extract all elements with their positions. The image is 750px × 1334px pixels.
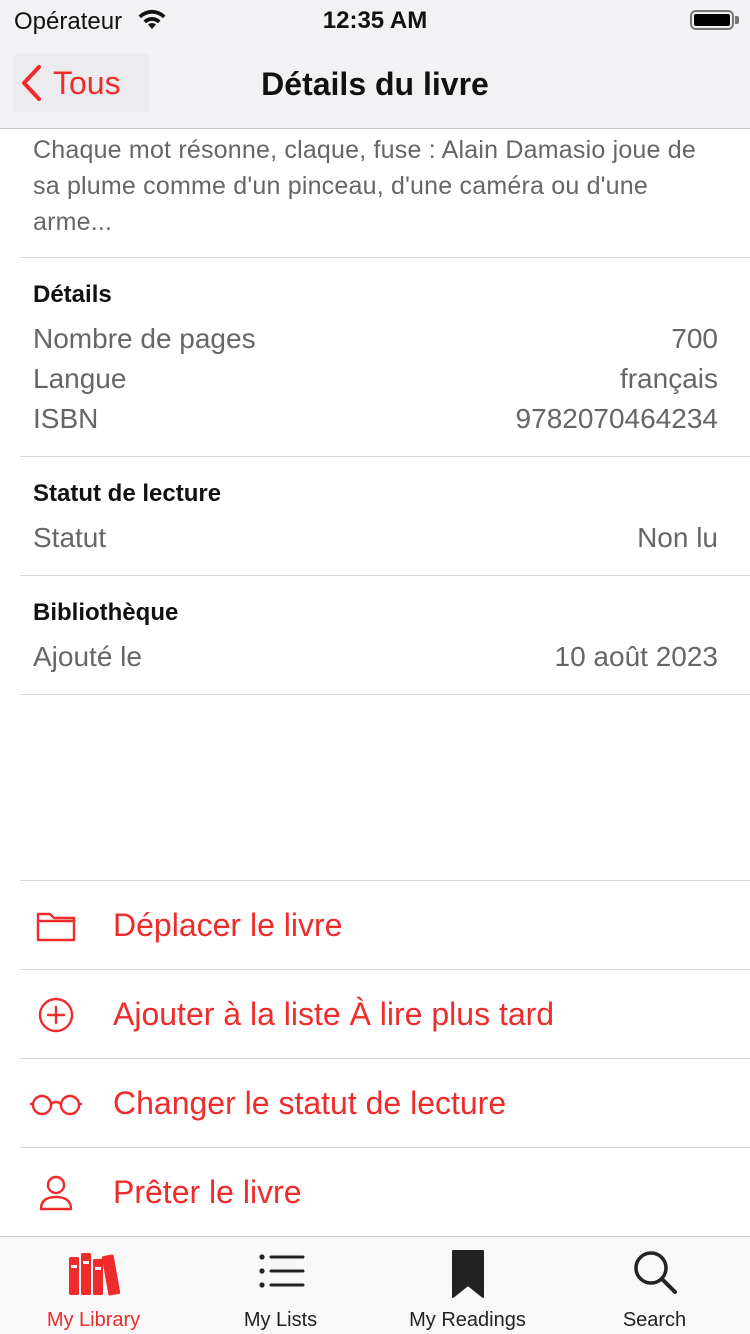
page-title: Détails du livre [261,66,489,102]
divider [20,575,750,576]
action-label: Prêter le livre [113,1174,302,1210]
library-section-title: Bibliothèque [33,599,179,626]
battery-icon [690,10,734,30]
detail-row-isbn: ISBN 9782070464234 [33,399,718,439]
status-value: Non lu [637,522,718,553]
reading-status-section-title: Statut de lecture [33,480,222,507]
library-added-row: Ajouté le 10 août 2023 [33,637,718,677]
person-icon [20,1175,92,1211]
divider [20,257,750,258]
status-bar: Opérateur 12:35 AM [0,0,750,40]
glasses-icon [20,1092,92,1116]
status-time: 12:35 AM [322,7,428,34]
added-label: Ajouté le [33,641,142,672]
tab-label: My Library [46,1309,141,1331]
list-icon [187,1249,374,1293]
book-description: Chaque mot résonne, claque, fuse : Alain… [33,136,696,236]
detail-value: français [619,363,718,394]
detail-label: Langue [33,363,127,394]
detail-label: Nombre de pages [33,323,256,354]
tab-search[interactable]: Search [561,1237,748,1334]
move-book-button[interactable]: Déplacer le livre [20,881,750,970]
action-label: Déplacer le livre [113,907,343,943]
navigation-bar: Tous Détails du livre [0,40,750,129]
search-icon [561,1249,748,1295]
action-label: Ajouter à la liste À lire plus tard [113,996,555,1032]
lend-book-button[interactable]: Prêter le livre [20,1148,750,1237]
detail-row-language: Langue français [33,359,718,399]
details-section-title: Détails [33,281,112,308]
tab-my-readings[interactable]: My Readings [374,1237,561,1334]
tab-label: My Readings [409,1309,526,1331]
tab-my-lists[interactable]: My Lists [187,1237,374,1334]
change-reading-status-button[interactable]: Changer le statut de lecture [20,1059,750,1148]
books-icon [0,1249,187,1297]
tab-label: Search [622,1309,687,1331]
tab-label: My Lists [243,1309,318,1331]
reading-status-row: Statut Non lu [33,518,718,558]
status-label: Statut [33,522,107,553]
folder-icon [20,910,92,942]
divider [20,456,750,457]
detail-value: 9782070464234 [515,403,718,434]
detail-label: ISBN [33,403,99,434]
action-label: Changer le statut de lecture [113,1085,507,1121]
battery-tip [735,16,739,24]
divider [20,694,750,695]
detail-row-pages: Nombre de pages 700 [33,319,718,359]
plus-circle-icon [20,997,92,1033]
added-value: 10 août 2023 [554,641,719,672]
add-to-read-later-button[interactable]: Ajouter à la liste À lire plus tard [20,970,750,1059]
detail-value: 700 [671,323,718,354]
tab-bar: My Library My Lists My Readings Search [0,1236,750,1334]
bookmark-icon [374,1249,561,1299]
tab-my-library[interactable]: My Library [0,1237,187,1334]
